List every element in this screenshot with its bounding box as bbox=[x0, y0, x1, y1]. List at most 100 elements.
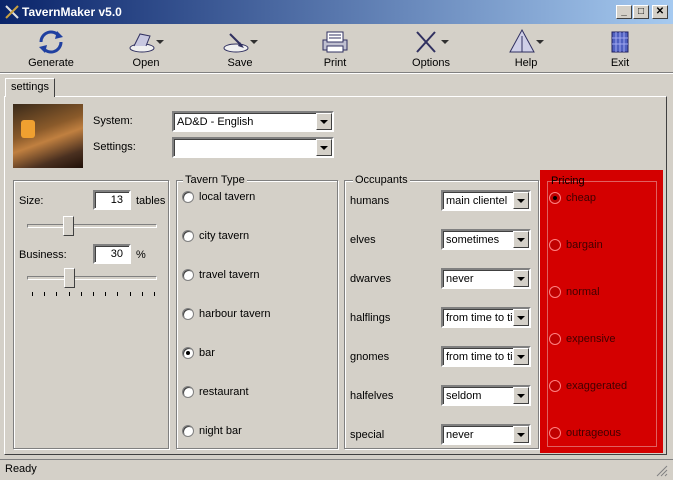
options-label: Options bbox=[412, 57, 450, 69]
slider-tick bbox=[117, 292, 119, 296]
occupant-value: sometimes bbox=[446, 234, 500, 246]
slider-tick bbox=[44, 292, 46, 296]
help-icon bbox=[509, 28, 544, 53]
close-button[interactable]: ✕ bbox=[652, 5, 668, 19]
tavern-type-radio[interactable] bbox=[182, 230, 194, 242]
tavern-type-radio[interactable] bbox=[182, 308, 194, 320]
pricing-label[interactable]: outrageous bbox=[566, 427, 621, 439]
tavern-type-radio[interactable] bbox=[182, 191, 194, 203]
exit-label: Exit bbox=[610, 57, 630, 69]
system-select[interactable]: AD&D - English bbox=[172, 111, 334, 132]
open-icon bbox=[129, 33, 164, 53]
occupant-value: never bbox=[446, 429, 474, 441]
pricing-radio[interactable] bbox=[549, 286, 561, 298]
occupant-value: main clientel bbox=[446, 195, 508, 207]
tavern-type-label[interactable]: travel tavern bbox=[199, 269, 260, 281]
occupant-select[interactable]: from time to time bbox=[441, 307, 531, 328]
pricing-radio[interactable] bbox=[549, 333, 561, 345]
occupant-label: dwarves bbox=[350, 273, 391, 285]
business-label: Business: bbox=[19, 249, 67, 261]
business-slider-thumb[interactable] bbox=[63, 268, 75, 288]
options-icon bbox=[416, 31, 449, 53]
occupant-label: halfelves bbox=[350, 390, 394, 402]
chevron-down-icon[interactable] bbox=[316, 113, 332, 130]
system-label: System: bbox=[93, 115, 133, 127]
occupant-select[interactable]: main clientel bbox=[441, 190, 531, 211]
tavern-type-label[interactable]: city tavern bbox=[199, 230, 249, 242]
pricing-label[interactable]: exaggerated bbox=[566, 380, 627, 392]
tab-settings[interactable]: settings bbox=[5, 78, 55, 97]
tavern-type-radio[interactable] bbox=[182, 347, 194, 359]
settings-select[interactable] bbox=[172, 137, 334, 158]
occupant-value: never bbox=[446, 273, 474, 285]
save-button[interactable]: Save bbox=[200, 28, 280, 70]
tavern-type-radio[interactable] bbox=[182, 269, 194, 281]
fireplace-glow bbox=[21, 120, 35, 138]
size-unit: tables bbox=[136, 195, 166, 207]
slider-tick bbox=[129, 292, 131, 296]
business-unit: % bbox=[136, 249, 146, 261]
occupant-select[interactable]: seldom bbox=[441, 385, 531, 406]
pricing-radio[interactable] bbox=[549, 427, 561, 439]
settings-label: Settings: bbox=[93, 141, 136, 153]
occupant-select[interactable]: from time to time bbox=[441, 346, 531, 367]
occupant-label: gnomes bbox=[350, 351, 390, 363]
pricing-label[interactable]: normal bbox=[566, 286, 600, 298]
toolbar-separator bbox=[0, 72, 673, 74]
tavern-type-label[interactable]: local tavern bbox=[199, 191, 255, 203]
occupant-select[interactable]: never bbox=[441, 268, 531, 289]
pricing-label[interactable]: cheap bbox=[566, 192, 596, 204]
slider-tick bbox=[141, 292, 143, 296]
options-button[interactable]: Options bbox=[391, 28, 471, 70]
status-text: Ready bbox=[5, 463, 37, 475]
chevron-down-icon[interactable] bbox=[513, 426, 529, 443]
pricing-label[interactable]: expensive bbox=[566, 333, 616, 345]
print-button[interactable]: Print bbox=[295, 28, 375, 70]
occupants-title: Occupants bbox=[353, 174, 410, 186]
chevron-down-icon[interactable] bbox=[513, 231, 529, 248]
size-input[interactable]: 13 bbox=[93, 190, 131, 210]
size-slider-thumb[interactable] bbox=[62, 216, 74, 236]
pricing-radio[interactable] bbox=[549, 380, 561, 392]
chevron-down-icon[interactable] bbox=[316, 139, 332, 156]
pricing-radio[interactable] bbox=[549, 192, 561, 204]
resize-grip-icon[interactable] bbox=[655, 464, 668, 477]
tavern-image bbox=[13, 104, 83, 168]
tavern-type-radio[interactable] bbox=[182, 425, 194, 437]
business-slider-track[interactable] bbox=[27, 276, 157, 280]
tavern-type-label[interactable]: restaurant bbox=[199, 386, 249, 398]
app-icon bbox=[5, 5, 19, 19]
generate-label: Generate bbox=[28, 57, 74, 69]
chevron-down-icon[interactable] bbox=[513, 387, 529, 404]
print-label: Print bbox=[323, 57, 347, 69]
open-button[interactable]: Open bbox=[106, 28, 186, 70]
occupant-label: humans bbox=[350, 195, 390, 207]
chevron-down-icon[interactable] bbox=[513, 348, 529, 365]
slider-tick bbox=[32, 292, 33, 296]
chevron-down-icon[interactable] bbox=[513, 270, 529, 287]
generate-button[interactable]: Generate bbox=[11, 28, 91, 70]
tavern-type-label[interactable]: night bar bbox=[199, 425, 242, 437]
save-icon bbox=[223, 33, 258, 53]
pricing-radio[interactable] bbox=[549, 239, 561, 251]
maximize-button[interactable]: □ bbox=[633, 5, 649, 19]
exit-button[interactable]: Exit bbox=[580, 28, 660, 70]
occupant-value: from time to time bbox=[446, 312, 514, 324]
print-icon bbox=[322, 31, 348, 53]
help-button[interactable]: Help bbox=[486, 28, 566, 70]
occupant-select[interactable]: sometimes bbox=[441, 229, 531, 250]
title-bar[interactable]: TavernMaker v5.0 _ □ ✕ bbox=[0, 0, 673, 24]
minimize-button[interactable]: _ bbox=[616, 5, 632, 19]
tavern-type-label[interactable]: bar bbox=[199, 347, 215, 359]
occupant-select[interactable]: never bbox=[441, 424, 531, 445]
tavern-type-radio[interactable] bbox=[182, 386, 194, 398]
tavern-type-label[interactable]: harbour tavern bbox=[199, 308, 271, 320]
window-title: TavernMaker v5.0 bbox=[22, 5, 122, 19]
chevron-down-icon[interactable] bbox=[513, 192, 529, 209]
size-slider-track[interactable] bbox=[27, 224, 157, 228]
occupant-value: from time to time bbox=[446, 351, 514, 363]
pricing-label[interactable]: bargain bbox=[566, 239, 603, 251]
chevron-down-icon[interactable] bbox=[513, 309, 529, 326]
business-input[interactable]: 30 bbox=[93, 244, 131, 264]
slider-tick bbox=[154, 292, 155, 296]
